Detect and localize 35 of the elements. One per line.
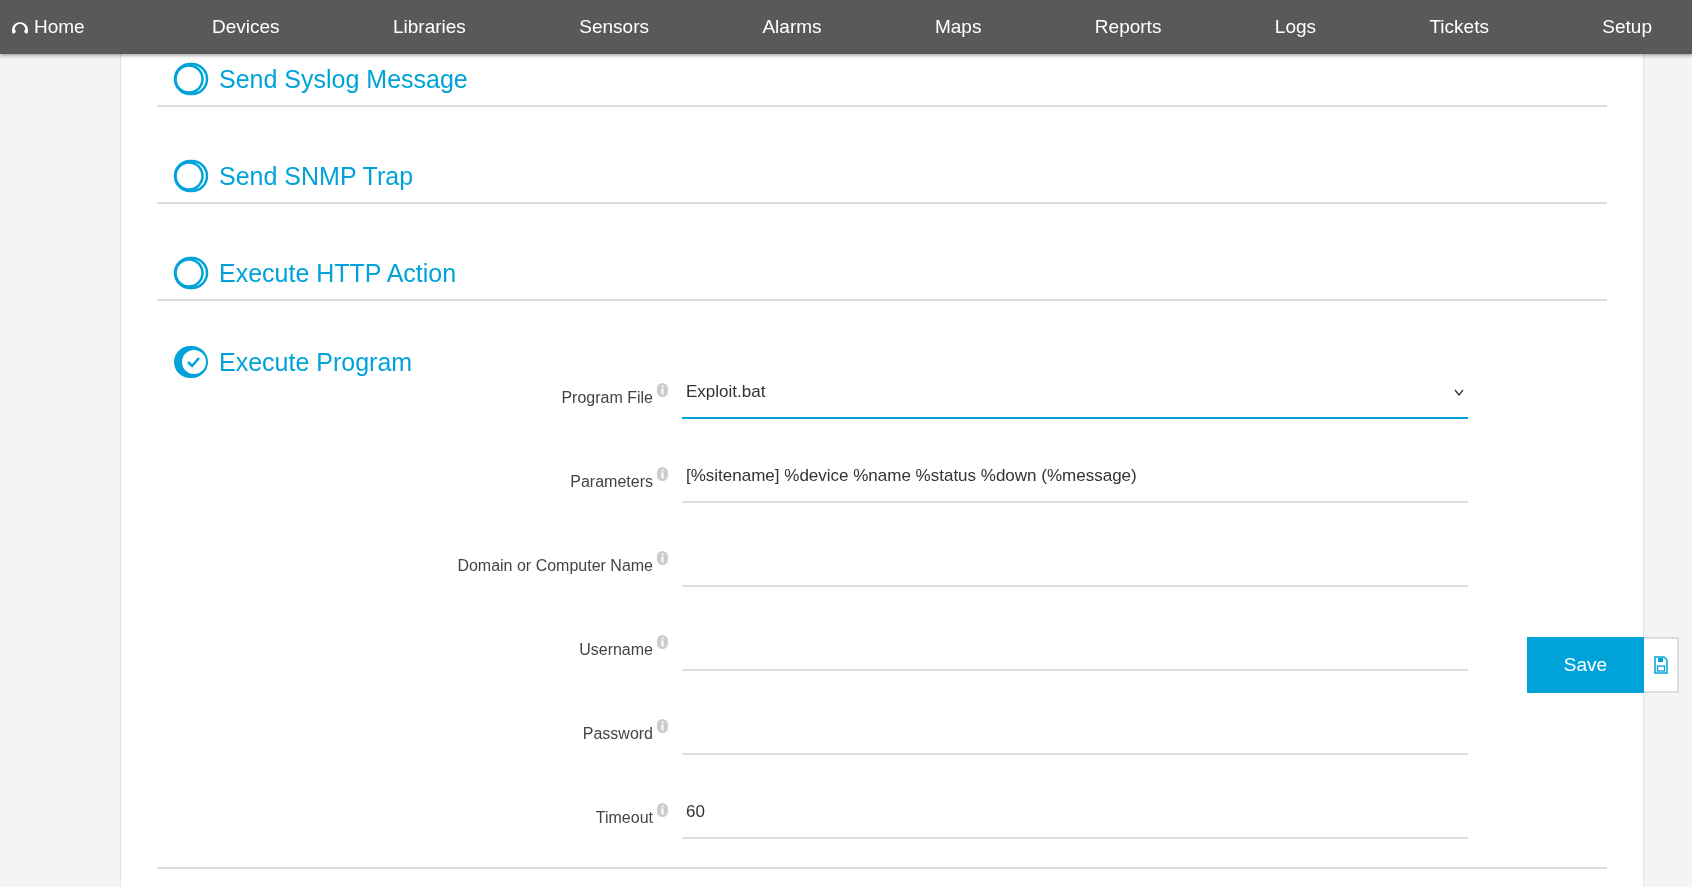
info-icon — [657, 467, 668, 481]
section-title: Send Syslog Message — [219, 64, 468, 94]
save-icon-button[interactable] — [1644, 637, 1679, 693]
nav-item[interactable]: Sensors — [579, 16, 649, 38]
field-label: Timeout — [594, 809, 653, 828]
info-icon — [657, 383, 668, 397]
section-title: Execute Program — [219, 347, 413, 377]
nav-item[interactable]: Libraries — [393, 16, 466, 38]
nav-item[interactable]: Reports — [1094, 16, 1162, 38]
info-icon — [657, 551, 668, 565]
field-label: Program File — [560, 389, 653, 408]
section-title: Send SNMP Trap — [219, 161, 414, 191]
field-label: Username — [578, 641, 653, 660]
toggle-switch[interactable] — [173, 62, 209, 96]
input-field[interactable]: 60 — [682, 787, 1468, 839]
nav-item[interactable]: Alarms — [762, 16, 822, 38]
select-field[interactable]: Exploit.bat — [682, 367, 1468, 419]
nav-item[interactable]: Setup — [1602, 16, 1652, 38]
field-label: Parameters — [569, 473, 653, 492]
field-label: Password — [581, 725, 653, 744]
nav-item[interactable]: Devices — [212, 16, 280, 38]
toggle-switch[interactable] — [173, 345, 209, 379]
chevron-down-icon — [1454, 388, 1464, 396]
field-label: Domain or Computer Name — [456, 557, 653, 576]
info-icon — [657, 635, 668, 649]
nav-item[interactable]: Tickets — [1429, 16, 1489, 38]
info-icon — [657, 803, 668, 817]
toggle-switch[interactable] — [173, 256, 209, 290]
input-field[interactable]: [%sitename] %device %name %status %down (%message) — [682, 451, 1468, 503]
toggle-switch[interactable] — [173, 159, 209, 193]
nav-item[interactable]: Maps — [934, 16, 982, 38]
info-icon — [657, 719, 668, 733]
section-title: Execute HTTP Action — [219, 258, 457, 288]
home-link[interactable]: Home — [10, 16, 120, 38]
nav-item[interactable]: Logs — [1274, 16, 1316, 38]
